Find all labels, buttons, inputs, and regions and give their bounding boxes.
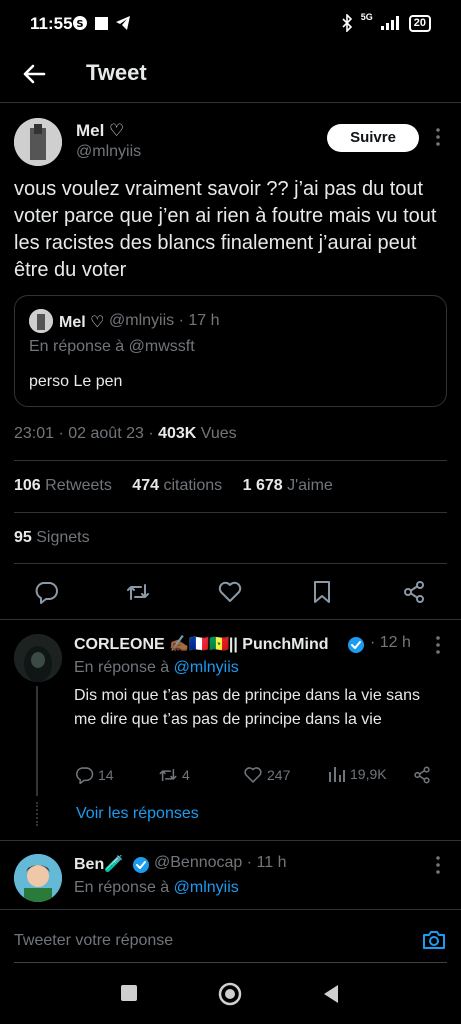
battery-indicator: 20 [408,14,431,32]
reply-1-reply-to: En réponse à @mlnyiis [74,659,239,676]
reply-1-mention-link[interactable]: @mlnyiis [174,659,239,676]
reply-1-retweet-action[interactable]: 4 [158,765,190,785]
thread-dots [36,802,38,826]
bookmarks-stat[interactable]: 95 Signets [14,529,90,547]
compose-input[interactable]: Tweeter votre réponse [14,932,173,950]
back-triangle-icon[interactable] [322,984,340,1004]
verified-badge-icon [133,857,149,873]
network-type: 5G [360,12,373,22]
reply-1-like-action[interactable]: 247 [243,765,290,785]
bluetooth-icon [342,14,352,32]
back-arrow-icon[interactable] [18,58,50,90]
verified-badge-icon [348,637,364,653]
reply-2-reply-to: En réponse à @mlnyiis [74,879,239,896]
tweet-text: vous voulez vraiment savoir ?? j’ai pas … [14,178,437,281]
views-count: 403K [158,425,197,442]
system-nav-bar [0,968,461,1024]
telegram-icon [116,16,130,30]
square-notification-icon [95,16,108,30]
reply-2-avatar[interactable] [14,854,62,902]
status-bar: 11:55 S 5G 20 [0,0,461,50]
quote-avatar [29,309,53,333]
reply-1-reply-action[interactable]: 14 [74,765,114,785]
signal-icon [380,16,399,30]
reply-2-name[interactable]: Ben🧪 [74,854,124,874]
follow-button[interactable]: Suivre [327,124,419,152]
quote-text: perso Le pen [29,373,123,390]
retweet-icon [159,768,177,782]
views-label: Vues [196,425,237,442]
status-time: 11:55 [30,14,73,33]
reply-1-actions: 14 4 247 19,9K [0,765,461,787]
quoted-tweet[interactable]: Mel ♡ @mlnyiis · 17 h En réponse à @mwss… [14,295,447,407]
top-bar: Tweet [0,50,461,102]
like-heart-icon [244,767,262,783]
reply-2-more-icon[interactable] [428,856,448,876]
svg-text:S: S [76,19,83,30]
quote-meta: @mlnyiis · 17 h [109,312,220,329]
compose-underline [14,962,447,963]
author-handle[interactable]: @mlnyiis [76,143,141,161]
reply-1-views-action[interactable]: 19,9K [328,765,387,783]
quotes-stat[interactable]: 474 citations [132,477,222,494]
see-replies-link[interactable]: Voir les réponses [76,805,199,823]
reply-2-meta: @Bennocap · 11 h [154,854,287,871]
quote-reply-to: En réponse à @mwssft [29,338,195,355]
reply-icon[interactable] [33,579,59,605]
tweet-timestamp: 23:01 · 02 août 23 · [14,425,159,442]
reply-1-meta: · 12 h [370,634,411,651]
reply-2-mention-link[interactable]: @mlnyiis [174,879,239,896]
reply-1-avatar[interactable] [14,634,62,682]
reply-1-more-icon[interactable] [428,636,448,656]
more-options-icon[interactable] [428,128,448,148]
header-divider [0,102,461,103]
tweet-meta: 23:01 · 02 août 23 · 403K Vues [14,425,237,443]
bookmark-icon[interactable] [309,579,335,605]
home-circle-icon[interactable] [218,982,242,1006]
tweet-actions [0,573,461,613]
engagement-stats: 106 Retweets 474 citations 1 678 J'aime [14,477,333,495]
camera-icon[interactable] [421,927,447,953]
views-chart-icon [329,767,345,782]
page-title: Tweet [86,60,147,85]
author-name[interactable]: Mel ♡ [76,121,124,141]
quote-author-name: Mel ♡ [59,314,105,331]
s-app-icon: S [73,16,87,30]
share-icon[interactable] [401,579,427,605]
reply-1-name[interactable]: CORLEONE ✍🏾🇫🇷🇸🇳|| PunchMind [74,634,329,654]
like-heart-icon[interactable] [217,579,243,605]
reply-1-text: Dis moi que t’as pas de principe dans la… [74,687,420,728]
recents-square-icon[interactable] [120,984,138,1002]
reply-icon [76,767,94,785]
author-avatar[interactable] [14,118,62,166]
compose-reply-bar[interactable]: Tweeter votre réponse [0,910,461,964]
retweet-icon[interactable] [125,579,151,605]
reply-1-share-icon[interactable] [412,765,432,785]
likes-stat[interactable]: 1 678 J'aime [243,477,333,494]
retweets-stat[interactable]: 106 Retweets [14,477,112,494]
